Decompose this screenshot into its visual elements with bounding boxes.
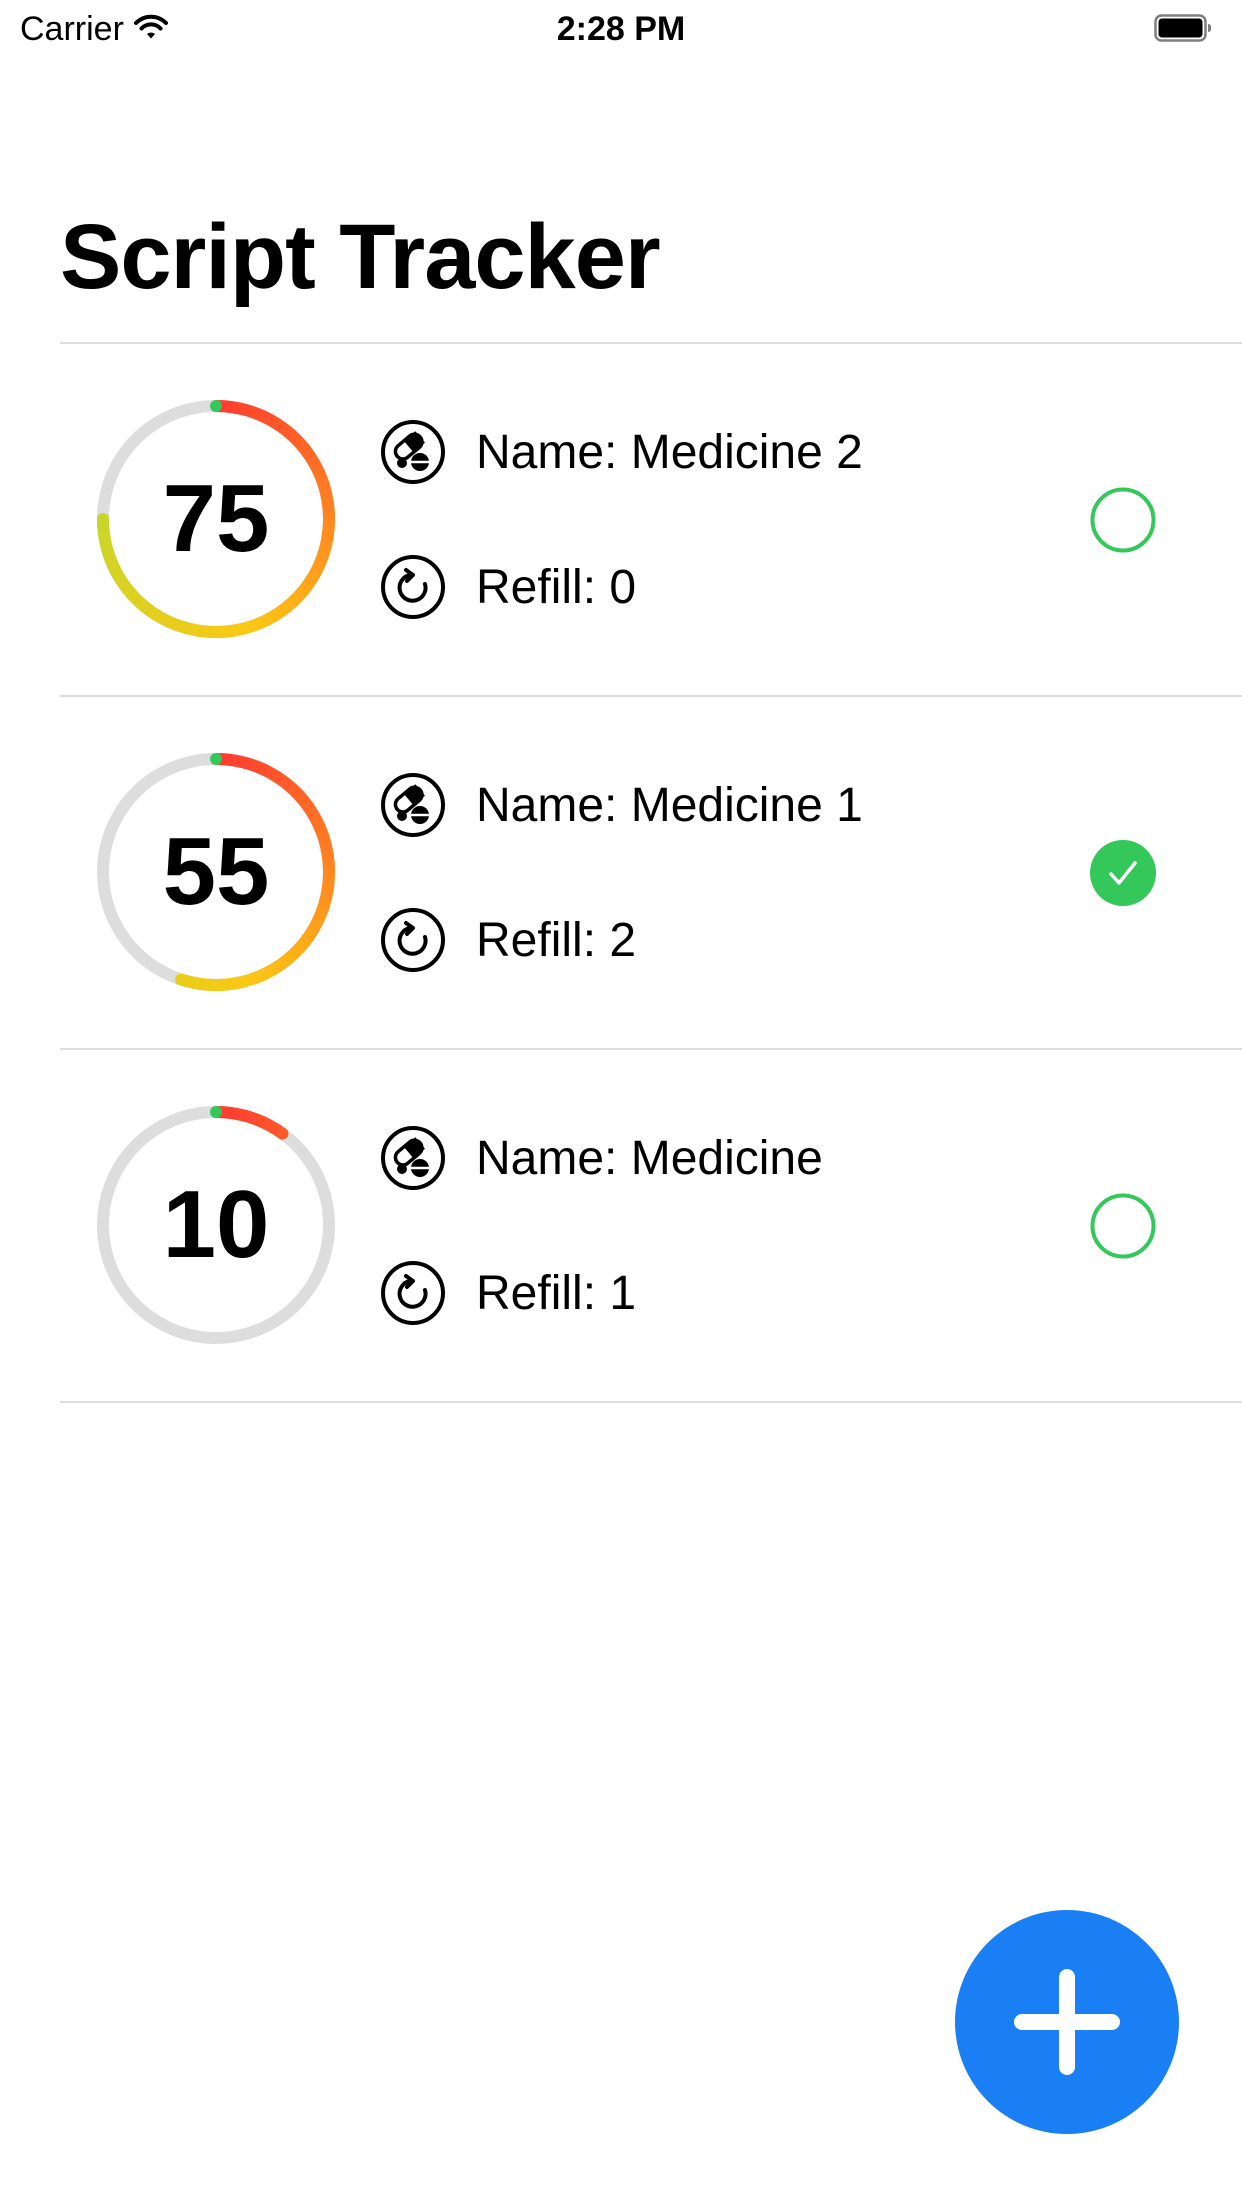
battery-icon bbox=[1154, 14, 1212, 47]
refill-line: Refill: 0 bbox=[380, 554, 636, 620]
prescription-row[interactable]: 10 Name: Medicine Refill: 1 bbox=[60, 1050, 1242, 1403]
check-circle bbox=[1090, 840, 1156, 906]
progress-value: 55 bbox=[162, 818, 270, 925]
medicine-name-line: Name: Medicine bbox=[380, 1125, 823, 1191]
medicine-name: Name: Medicine 2 bbox=[476, 425, 863, 479]
medicine-name: Name: Medicine 1 bbox=[476, 778, 863, 832]
progress-value: 75 bbox=[162, 465, 270, 572]
check-circle bbox=[1090, 1193, 1156, 1259]
status-check-icon[interactable] bbox=[1090, 487, 1156, 553]
prescription-list: 75 Name: Medicine 2 Refill: 0 55 Name: M… bbox=[60, 342, 1242, 1403]
progress-value: 10 bbox=[162, 1171, 270, 1278]
refill-icon bbox=[381, 1261, 445, 1325]
clock: 2:28 PM bbox=[556, 10, 686, 48]
status-bar: Carrier 2:28 PM bbox=[0, 0, 1242, 60]
refill-count: Refill: 2 bbox=[476, 913, 637, 967]
check-circle bbox=[1090, 487, 1156, 553]
status-check-icon[interactable] bbox=[1090, 840, 1156, 906]
pills-icon bbox=[381, 773, 445, 837]
plus-icon bbox=[1014, 1969, 1120, 2075]
prescription-row[interactable]: 75 Name: Medicine 2 Refill: 0 bbox=[60, 344, 1242, 697]
refill-count: Refill: 0 bbox=[476, 560, 637, 614]
medicine-name-line: Name: Medicine 2 bbox=[380, 419, 863, 485]
medicine-name: Name: Medicine bbox=[476, 1131, 823, 1185]
pills-icon bbox=[381, 1126, 445, 1190]
pills-icon bbox=[381, 420, 445, 484]
refill-line: Refill: 1 bbox=[380, 1260, 636, 1326]
refill-icon bbox=[381, 555, 445, 619]
add-prescription-button[interactable] bbox=[955, 1910, 1179, 2134]
refill-icon bbox=[381, 908, 445, 972]
status-check-icon[interactable] bbox=[1090, 1193, 1156, 1259]
medicine-name-line: Name: Medicine 1 bbox=[380, 772, 863, 838]
refill-count: Refill: 1 bbox=[476, 1266, 637, 1320]
refill-line: Refill: 2 bbox=[380, 907, 636, 973]
page-title: Script Tracker bbox=[60, 206, 661, 308]
prescription-row[interactable]: 55 Name: Medicine 1 Refill: 2 bbox=[60, 697, 1242, 1050]
